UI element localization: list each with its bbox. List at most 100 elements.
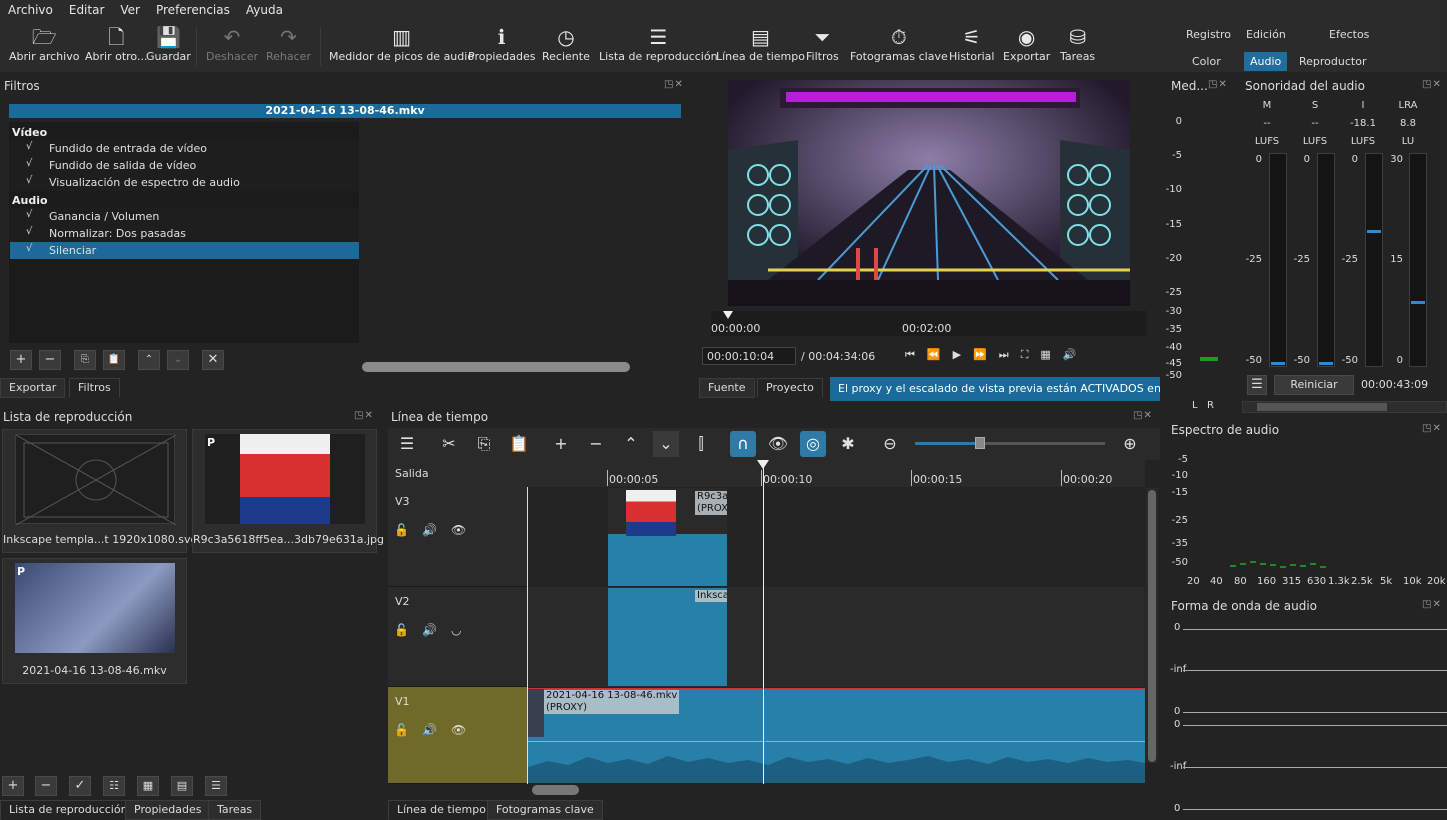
paste-filter-button[interactable]: 📋 (103, 350, 125, 370)
tab-playlist[interactable]: Lista de reproducción (0, 800, 137, 820)
timeline-clip-v3[interactable]: R9c3a (PROX (608, 488, 727, 586)
move-up-button[interactable]: ⌃ (138, 350, 160, 370)
copy-icon[interactable]: ⎘ (471, 431, 497, 457)
tab-export[interactable]: Exportar (0, 378, 66, 398)
snap-magnet-icon[interactable]: ∩ (730, 431, 756, 457)
check-icon[interactable]: √ (26, 175, 32, 186)
layout-log[interactable]: Registro (1180, 25, 1237, 44)
tab-properties[interactable]: Propiedades (125, 800, 211, 820)
redo-button[interactable]: ↷ Rehacer (266, 24, 311, 63)
speaker-icon[interactable]: 🔊 (422, 623, 437, 637)
playlist-item[interactable]: Inkscape templa...t 1920x1080.svg (2, 429, 197, 553)
dock-float-close-icon[interactable]: ◳✕ (1422, 423, 1442, 434)
reset-button[interactable]: Reiniciar (1274, 375, 1354, 395)
volume-icon[interactable]: 🔊 (1063, 348, 1089, 361)
dock-float-close-icon[interactable]: ◳✕ (1208, 79, 1228, 90)
menu-editar[interactable]: Editar (61, 0, 113, 20)
ripple-icon[interactable]: ◎ (800, 431, 826, 457)
filters-button[interactable]: ⏷ Filtros (806, 24, 839, 63)
dock-float-close-icon[interactable]: ◳✕ (1133, 410, 1153, 421)
timeline-clip-v1[interactable]: 2021-04-16 13-08-46.mkv (PROXY) (528, 688, 1145, 783)
history-button[interactable]: ⚟ Historial (949, 24, 994, 63)
speaker-icon[interactable]: 🔊 (422, 523, 437, 537)
recent-button[interactable]: ◷ Reciente (542, 24, 590, 63)
peak-meter-button[interactable]: ▥ Medidor de picos de audio (329, 24, 474, 63)
playlist-icons-view-button[interactable]: ▤ (171, 776, 193, 796)
menu-archivo[interactable]: Archivo (0, 0, 61, 20)
check-icon[interactable]: √ (26, 141, 32, 152)
track-header-v2[interactable]: V2 🔓 🔊 ◡ (388, 587, 528, 687)
video-preview[interactable] (728, 80, 1130, 306)
paste-icon[interactable]: 📋 (506, 431, 532, 457)
filter-item[interactable]: √ Ganancia / Volumen (10, 208, 359, 225)
timeline-button[interactable]: ▤ Línea de tiempo (716, 24, 805, 63)
filter-item[interactable]: √ Visualización de espectro de audio (10, 174, 359, 191)
zoom-icon[interactable]: ⛶ (1021, 348, 1041, 361)
overwrite-icon[interactable]: ⌄ (653, 431, 679, 457)
lock-icon[interactable]: 🔓 (394, 523, 409, 537)
tab-filters[interactable]: Filtros (69, 378, 120, 398)
dock-float-close-icon[interactable]: ◳✕ (354, 410, 374, 421)
timeline-v-scrollbar[interactable] (1146, 488, 1158, 763)
zoom-out-icon[interactable]: ⊖ (877, 431, 903, 457)
tab-jobs[interactable]: Tareas (208, 800, 262, 820)
split-icon[interactable]: ⫿ (688, 431, 714, 457)
check-icon[interactable]: √ (26, 158, 32, 169)
filter-item[interactable]: √ Fundido de salida de vídeo (10, 157, 359, 174)
menu-ayuda[interactable]: Ayuda (238, 0, 291, 20)
open-other-button[interactable]: 🗋 Abrir otro... (85, 24, 147, 63)
position-spinbox[interactable]: 00:00:10:04 (702, 347, 796, 365)
playhead-marker-icon[interactable] (723, 311, 733, 319)
playlist-remove-button[interactable]: − (35, 776, 57, 796)
playlist-add-button[interactable]: + (2, 776, 24, 796)
zoom-slider[interactable] (915, 437, 1105, 449)
layout-editing[interactable]: Edición (1240, 25, 1292, 44)
layout-color[interactable]: Color (1186, 52, 1227, 71)
keyframes-button[interactable]: ⏱ Fotogramas clave (850, 24, 948, 63)
layout-audio[interactable]: Audio (1244, 52, 1288, 71)
speaker-icon[interactable]: 🔊 (422, 723, 437, 737)
timeline-menu-icon[interactable]: ☰ (394, 431, 420, 457)
eye-icon[interactable]: 👁 (451, 723, 466, 737)
timeline-h-scrollbar[interactable] (532, 785, 579, 795)
check-icon[interactable]: √ (26, 209, 32, 220)
hidden-eye-icon[interactable]: ◡ (451, 623, 461, 637)
playhead-marker-icon[interactable] (757, 460, 769, 469)
undo-button[interactable]: ↶ Deshacer (206, 24, 258, 63)
playlist-item-selected[interactable]: P 2021-04-16 13-08-46.mkv (2, 558, 187, 684)
tab-source[interactable]: Fuente (699, 378, 755, 398)
skip-previous-icon[interactable]: ⏮ (905, 348, 927, 361)
dock-float-close-icon[interactable]: ◳✕ (664, 79, 684, 90)
copy-filter-button[interactable]: ⎘ (74, 350, 96, 370)
filter-item-selected[interactable]: √ Silenciar (10, 242, 359, 259)
dock-float-close-icon[interactable]: ◳✕ (1422, 79, 1442, 90)
jobs-button[interactable]: ⛁ Tareas (1060, 24, 1095, 63)
fast-forward-icon[interactable]: ⏩ (973, 348, 999, 361)
menu-ver[interactable]: Ver (112, 0, 148, 20)
check-icon[interactable]: √ (26, 226, 32, 237)
ripple-all-icon[interactable]: ✱ (835, 431, 861, 457)
tab-project[interactable]: Proyecto (757, 378, 823, 398)
playlist-tiles-view-button[interactable]: ▦ (137, 776, 159, 796)
track-header-v3[interactable]: V3 🔓 🔊 👁 (388, 487, 528, 587)
scrub-eye-icon[interactable]: 👁 (765, 431, 791, 457)
grid-icon[interactable]: ▦ (1040, 348, 1062, 361)
eye-icon[interactable]: 👁 (451, 523, 466, 537)
open-file-button[interactable]: 🗁 Abrir archivo (9, 24, 79, 63)
check-icon[interactable]: √ (26, 243, 32, 254)
skip-next-icon[interactable]: ⏭ (999, 348, 1021, 361)
loudness-menu-icon[interactable]: ☰ (1247, 375, 1267, 395)
add-filter-button[interactable]: + (10, 350, 32, 370)
layout-effects[interactable]: Efectos (1323, 25, 1375, 44)
rewind-icon[interactable]: ⏪ (927, 348, 953, 361)
export-button[interactable]: ◉ Exportar (1003, 24, 1050, 63)
ripple-delete-icon[interactable]: − (583, 431, 609, 457)
move-down-button[interactable]: ⌄ (167, 350, 189, 370)
zoom-slider-handle[interactable] (975, 437, 985, 449)
timeline-playhead[interactable] (763, 460, 764, 784)
transport-controls[interactable]: ⏮⏪▶⏩⏭⛶▦🔊 (905, 348, 1089, 362)
track-header-v1[interactable]: V1 🔓 🔊 👁 (388, 687, 528, 784)
filter-item[interactable]: √ Normalizar: Dos pasadas (10, 225, 359, 242)
playlist-button[interactable]: ☰ Lista de reproducción (599, 24, 718, 63)
playlist-item[interactable]: P R9c3a5618ff5ea...3db79e631a.jpg (192, 429, 384, 553)
